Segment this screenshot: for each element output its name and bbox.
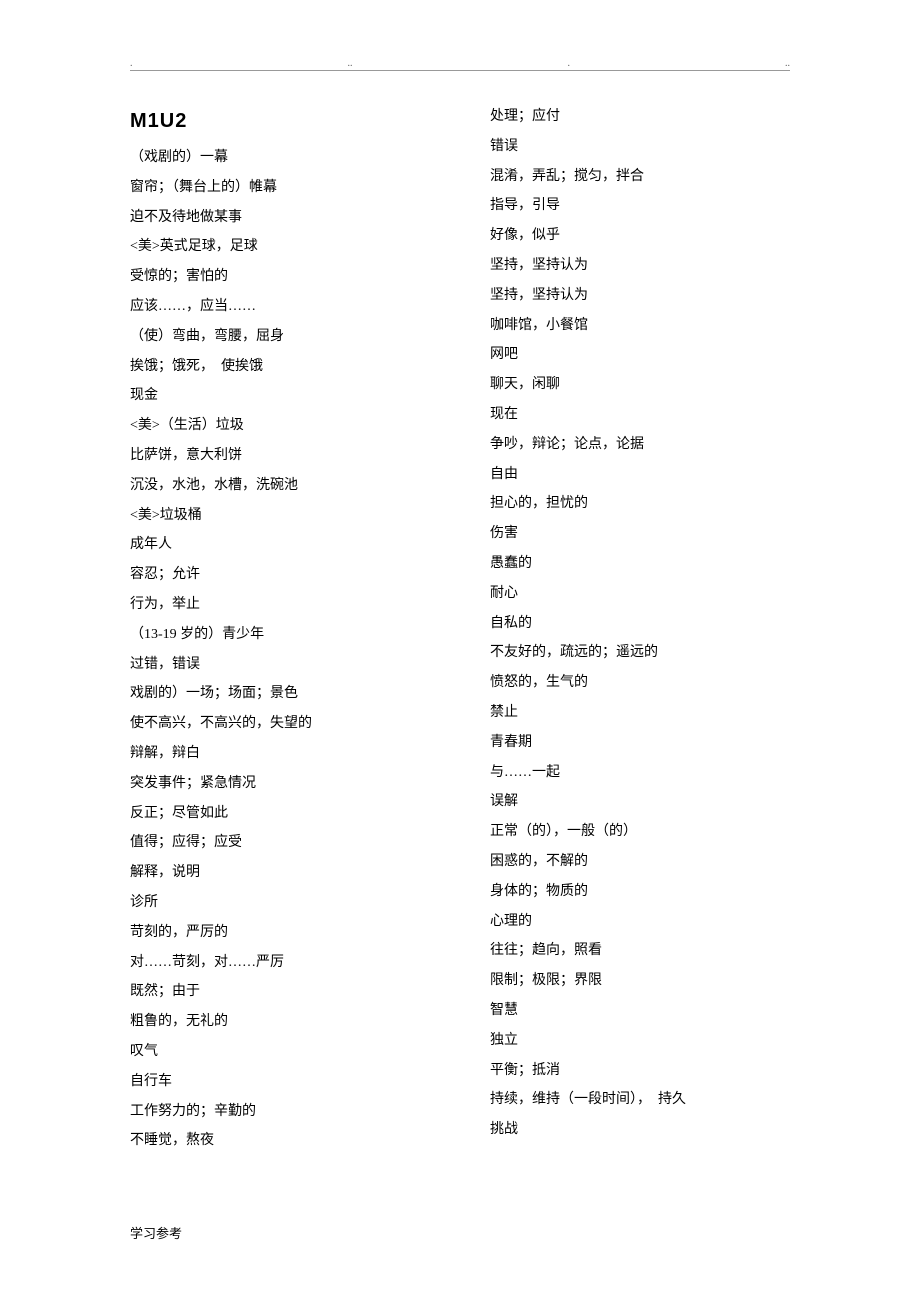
vocab-item: 争吵，辩论；论点，论据 (490, 438, 790, 452)
document-page: . .. . .. M1U2 （戏剧的）一幕 窗帘；（舞台上的）帷幕 迫不及待地… (0, 0, 920, 1302)
vocab-item: 迫不及待地做某事 (130, 211, 430, 225)
vocab-item: 聊天，闲聊 (490, 378, 790, 392)
vocab-item: 指导，引导 (490, 199, 790, 213)
vocab-item: 自行车 (130, 1075, 430, 1089)
vocab-item: 苛刻的，严厉的 (130, 926, 430, 940)
vocab-item: <美>英式足球，足球 (130, 240, 430, 254)
vocab-item: 辩解，辩白 (130, 747, 430, 761)
vocab-item: 网吧 (490, 348, 790, 362)
vocab-item: 过错，错误 (130, 658, 430, 672)
vocab-item: 挨饿；饿死， 使挨饿 (130, 360, 430, 374)
vocab-item: 自由 (490, 468, 790, 482)
dot: .. (785, 58, 790, 69)
vocab-item: 行为，举止 (130, 598, 430, 612)
vocab-item: 心理的 (490, 915, 790, 929)
vocab-item: 困惑的，不解的 (490, 855, 790, 869)
vocab-item: （13-19 岁的）青少年 (130, 628, 430, 642)
vocab-item: 咖啡馆，小餐馆 (490, 319, 790, 333)
vocab-item: 错误 (490, 140, 790, 154)
vocab-item: 不睡觉，熬夜 (130, 1134, 430, 1148)
vocab-item: 容忍；允许 (130, 568, 430, 582)
vocab-item: 坚持，坚持认为 (490, 289, 790, 303)
vocab-item: 受惊的；害怕的 (130, 270, 430, 284)
vocab-item: 持续，维持（一段时间）， 持久 (490, 1093, 790, 1107)
horizontal-rule (130, 70, 790, 71)
vocab-item: 对……苛刻，对……严厉 (130, 956, 430, 970)
vocab-item: 叹气 (130, 1045, 430, 1059)
vocab-item: 耐心 (490, 587, 790, 601)
vocab-item: 好像，似乎 (490, 229, 790, 243)
vocab-item: <美>垃圾桶 (130, 509, 430, 523)
vocab-item: 青春期 (490, 736, 790, 750)
vocab-item: 处理；应付 (490, 110, 790, 124)
vocab-item: （戏剧的）一幕 (130, 151, 430, 165)
section-heading: M1U2 (130, 110, 430, 133)
vocab-item: 沉没，水池，水槽，洗碗池 (130, 479, 430, 493)
vocab-item: 伤害 (490, 527, 790, 541)
content-area: M1U2 （戏剧的）一幕 窗帘；（舞台上的）帷幕 迫不及待地做某事 <美>英式足… (130, 110, 790, 1164)
vocab-item: 往往；趋向，照看 (490, 944, 790, 958)
dot: .. (348, 58, 353, 69)
vocab-item: （使）弯曲，弯腰，屈身 (130, 330, 430, 344)
vocab-item: 愚蠢的 (490, 557, 790, 571)
dot: . (130, 58, 133, 69)
vocab-item: 既然；由于 (130, 985, 430, 999)
vocab-item: 愤怒的，生气的 (490, 676, 790, 690)
vocab-item: 反正；尽管如此 (130, 807, 430, 821)
vocab-item: 解释，说明 (130, 866, 430, 880)
vocab-item: 限制；极限；界限 (490, 974, 790, 988)
vocab-item: 正常（的），一般（的） (490, 825, 790, 839)
vocab-item: 禁止 (490, 706, 790, 720)
vocab-item: 担心的，担忧的 (490, 497, 790, 511)
footer-text: 学习参考 (130, 1223, 182, 1242)
vocab-item: 现金 (130, 389, 430, 403)
vocab-item: 现在 (490, 408, 790, 422)
header-dots: . .. . .. (130, 58, 790, 69)
vocab-item: 坚持，坚持认为 (490, 259, 790, 273)
vocab-item: 误解 (490, 795, 790, 809)
vocab-item: 平衡；抵消 (490, 1064, 790, 1078)
vocab-item: 混淆，弄乱；搅匀，拌合 (490, 170, 790, 184)
left-column: M1U2 （戏剧的）一幕 窗帘；（舞台上的）帷幕 迫不及待地做某事 <美>英式足… (130, 110, 430, 1164)
vocab-item: <美>（生活）垃圾 (130, 419, 430, 433)
vocab-item: 突发事件；紧急情况 (130, 777, 430, 791)
vocab-item: 独立 (490, 1034, 790, 1048)
vocab-item: 戏剧的）一场；场面；景色 (130, 687, 430, 701)
vocab-item: 自私的 (490, 617, 790, 631)
vocab-item: 不友好的，疏远的；遥远的 (490, 646, 790, 660)
vocab-item: 身体的；物质的 (490, 885, 790, 899)
vocab-item: 与……一起 (490, 766, 790, 780)
vocab-item: 应该……，应当…… (130, 300, 430, 314)
vocab-item: 使不高兴，不高兴的，失望的 (130, 717, 430, 731)
vocab-item: 比萨饼，意大利饼 (130, 449, 430, 463)
vocab-item: 智慧 (490, 1004, 790, 1018)
vocab-item: 工作努力的；辛勤的 (130, 1105, 430, 1119)
vocab-item: 粗鲁的，无礼的 (130, 1015, 430, 1029)
right-column: 处理；应付 错误 混淆，弄乱；搅匀，拌合 指导，引导 好像，似乎 坚持，坚持认为… (490, 110, 790, 1164)
dot: . (568, 58, 571, 69)
vocab-item: 挑战 (490, 1123, 790, 1137)
vocab-item: 值得；应得；应受 (130, 836, 430, 850)
vocab-item: 诊所 (130, 896, 430, 910)
vocab-item: 窗帘；（舞台上的）帷幕 (130, 181, 430, 195)
vocab-item: 成年人 (130, 538, 430, 552)
